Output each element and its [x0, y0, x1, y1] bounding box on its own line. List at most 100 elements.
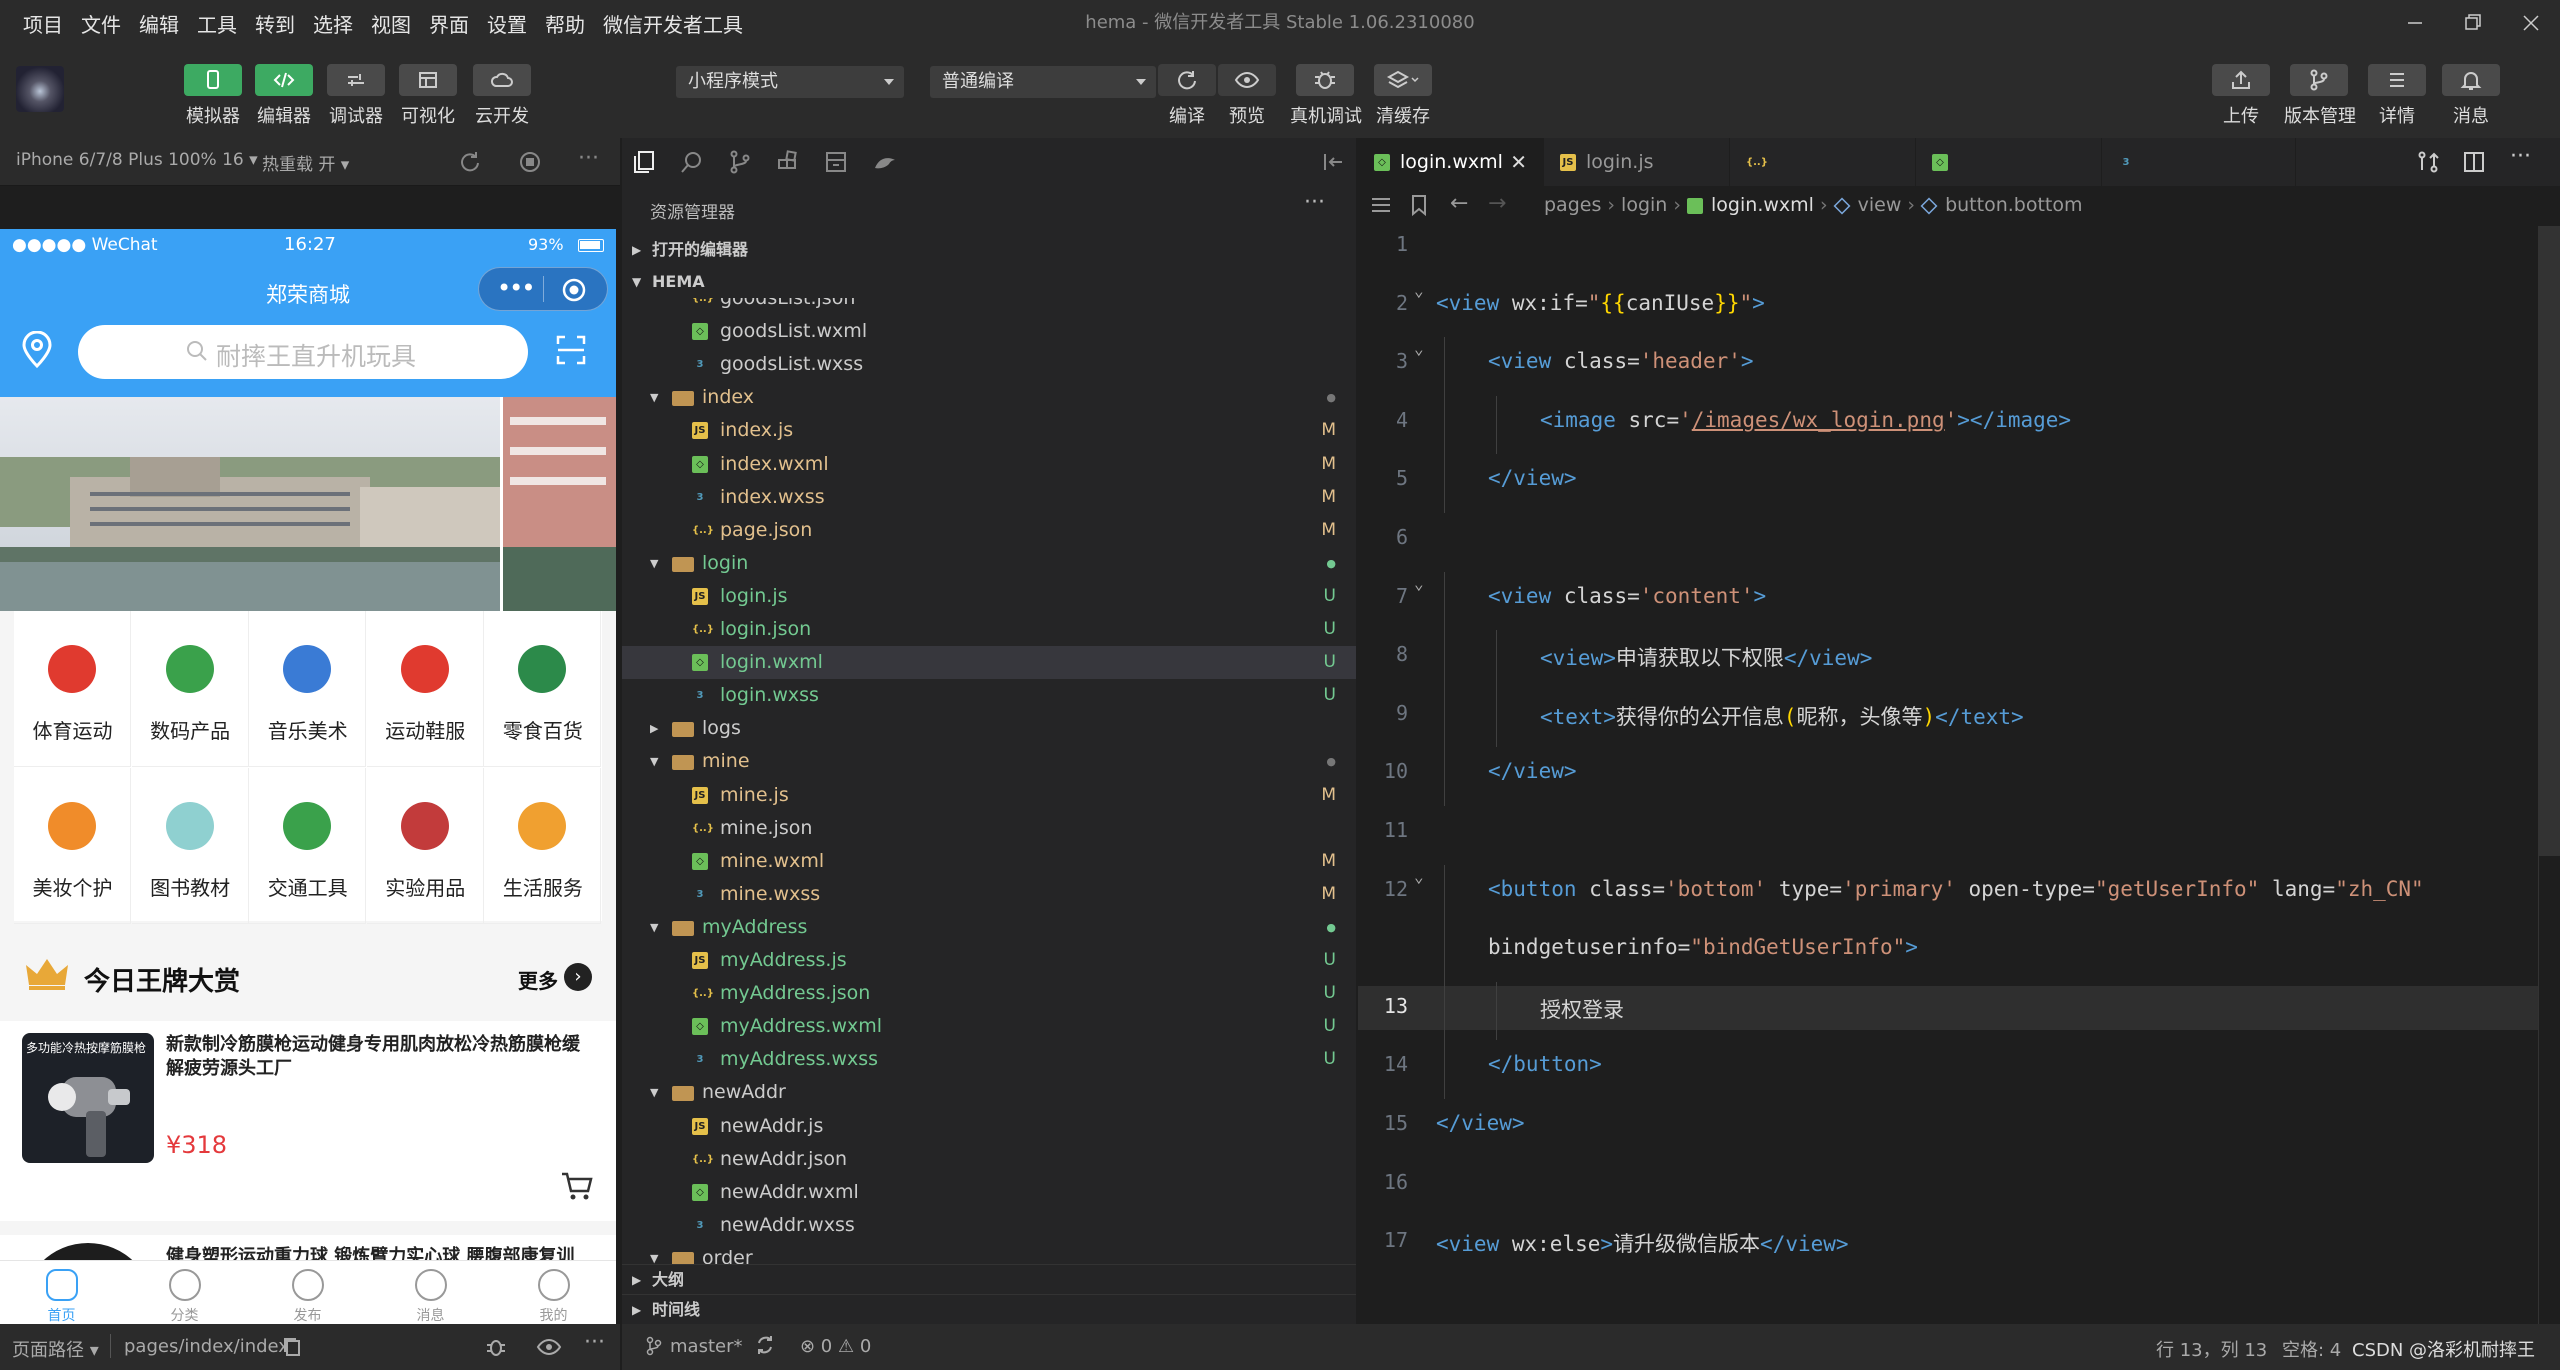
chevron-icon[interactable]: ▼: [650, 1242, 658, 1264]
editor-toggle-button[interactable]: 编辑器: [249, 64, 319, 128]
tab-bar-item[interactable]: 首页: [0, 1261, 123, 1324]
chevron-icon[interactable]: ▼: [650, 547, 658, 580]
menu-item[interactable]: 工具: [188, 9, 246, 38]
chevron-icon[interactable]: ▼: [650, 1076, 658, 1109]
code-line[interactable]: bindgetuserinfo="bindGetUserInfo">: [1488, 935, 1918, 959]
file-item[interactable]: ◇ login.wxml U: [622, 646, 1356, 680]
file-item[interactable]: ◇ goodsList.wxml: [622, 315, 1356, 348]
git-branch[interactable]: master*: [670, 1336, 742, 1357]
refresh-icon[interactable]: [458, 150, 482, 178]
explorer-icon[interactable]: [632, 150, 656, 178]
file-item[interactable]: 3 myAddress.wxss U: [622, 1043, 1356, 1076]
details-button[interactable]: 详情: [2362, 64, 2432, 128]
list-icon[interactable]: [1370, 195, 1392, 220]
close-button[interactable]: [2502, 0, 2560, 46]
file-item[interactable]: JS index.js M: [622, 414, 1356, 447]
code-line[interactable]: <image src='/images/wx_login.png'></imag…: [1540, 408, 2071, 432]
editor-tab[interactable]: ◇ login.wxml ✕: [1358, 138, 1544, 186]
chevron-icon[interactable]: ▶: [650, 712, 658, 745]
file-item[interactable]: {..} goodsList.json: [622, 298, 1356, 315]
capsule-menu[interactable]: •••: [478, 267, 608, 311]
code-line[interactable]: <view wx:if="{{canIUse}}">: [1436, 291, 1765, 315]
visual-toggle-button[interactable]: 可视化: [393, 64, 463, 128]
code-line[interactable]: <view wx:else>请升级微信版本</view>: [1436, 1228, 1849, 1258]
menu-item[interactable]: 界面: [420, 9, 478, 38]
compare-icon[interactable]: [2416, 150, 2440, 178]
more-icon[interactable]: ···: [578, 146, 599, 171]
folder-item[interactable]: ▼ myAddress ●: [622, 911, 1356, 944]
category-item[interactable]: 音乐美术: [249, 611, 367, 767]
back-icon[interactable]: ←: [1450, 191, 1468, 216]
product-card[interactable]: 多功能冷热按摩筋膜枪 新款制冷筋膜枪运动健身专用肌肉放松冷热筋膜枪缓解疲劳源头工…: [0, 1021, 616, 1221]
code-line[interactable]: </button>: [1488, 1052, 1602, 1076]
code-line[interactable]: <view class='content'>: [1488, 584, 1766, 608]
debug-icon[interactable]: [484, 1336, 508, 1362]
messages-button[interactable]: 消息: [2436, 64, 2506, 128]
code-line[interactable]: <view>申请获取以下权限</view>: [1540, 642, 1872, 672]
folder-item[interactable]: ▼ index ●: [622, 381, 1356, 414]
category-item[interactable]: 美妆个护: [14, 768, 131, 924]
eye-icon[interactable]: [536, 1336, 562, 1362]
fold-icon[interactable]: ⌄: [1414, 867, 1424, 886]
folder-item[interactable]: ▼ login ●: [622, 547, 1356, 580]
folder-item[interactable]: ▶ logs: [622, 712, 1356, 745]
problems-counter[interactable]: ⊗ 0 ⚠ 0: [800, 1336, 871, 1357]
file-item[interactable]: {..} newAddr.json: [622, 1143, 1356, 1176]
menu-item[interactable]: 编辑: [130, 9, 188, 38]
code-line[interactable]: <text>获得你的公开信息(昵称，头像等)</text>: [1540, 701, 2024, 731]
tab-bar-item[interactable]: 发布: [246, 1261, 369, 1324]
folder-item[interactable]: ▼ order: [622, 1242, 1356, 1264]
category-item[interactable]: 零食百货: [484, 611, 602, 767]
file-item[interactable]: {..} myAddress.json U: [622, 977, 1356, 1010]
remote-debug-button[interactable]: 真机调试: [1290, 64, 1362, 128]
editor-tab[interactable]: JS login.js: [1544, 138, 1730, 186]
file-item[interactable]: 3 index.wxss M: [622, 481, 1356, 514]
file-item[interactable]: JS login.js U: [622, 580, 1356, 613]
file-item[interactable]: 3 login.wxss U: [622, 679, 1356, 712]
folder-item[interactable]: ▼ mine ●: [622, 745, 1356, 778]
menu-item[interactable]: 设置: [478, 9, 536, 38]
timeline-section[interactable]: ▶ 时间线: [622, 1294, 1356, 1324]
page-path-select[interactable]: 页面路径 ▾: [12, 1336, 99, 1362]
code-line[interactable]: <button class='bottom' type='primary' op…: [1488, 877, 2424, 901]
menu-item[interactable]: 文件: [72, 9, 130, 38]
file-item[interactable]: {..} mine.json: [622, 812, 1356, 845]
upload-button[interactable]: 上传: [2206, 64, 2276, 128]
minimize-button[interactable]: [2386, 0, 2444, 46]
maximize-button[interactable]: [2444, 0, 2502, 46]
more-icon[interactable]: ···: [2510, 144, 2531, 169]
menu-item[interactable]: 帮助: [536, 9, 594, 38]
code-line[interactable]: 授权登录: [1540, 994, 1624, 1024]
category-item[interactable]: 图书教材: [131, 768, 249, 924]
simulator-toggle-button[interactable]: 模拟器: [178, 64, 248, 128]
file-item[interactable]: 3 goodsList.wxss: [622, 348, 1356, 381]
file-item[interactable]: ◇ index.wxml M: [622, 448, 1356, 481]
outline-section[interactable]: ▶ 大纲: [622, 1264, 1356, 1294]
hot-reload-toggle[interactable]: 热重载 开 ▾: [262, 150, 349, 175]
source-control-icon[interactable]: [728, 150, 752, 178]
fold-icon[interactable]: ⌄: [1414, 574, 1424, 593]
capsule-more-icon[interactable]: •••: [497, 274, 535, 302]
file-item[interactable]: JS mine.js M: [622, 779, 1356, 812]
code-line[interactable]: </view>: [1436, 1111, 1525, 1135]
storage-icon[interactable]: [824, 150, 848, 178]
menu-item[interactable]: 视图: [362, 9, 420, 38]
cart-icon[interactable]: [560, 1171, 594, 1205]
more-icon[interactable]: ···: [584, 1330, 605, 1355]
preview-button[interactable]: 预览: [1212, 64, 1282, 128]
forward-icon[interactable]: →: [1488, 191, 1506, 216]
folder-item[interactable]: ▼ newAddr: [622, 1076, 1356, 1109]
project-section[interactable]: ▼ HEMA: [622, 266, 1356, 298]
more-icon[interactable]: ···: [1304, 190, 1325, 215]
version-control-button[interactable]: 版本管理: [2284, 64, 2356, 128]
banner-image[interactable]: [0, 397, 616, 611]
file-item[interactable]: 3 mine.wxss M: [622, 878, 1356, 911]
scan-icon[interactable]: [556, 335, 586, 369]
capsule-close-icon[interactable]: [561, 277, 587, 307]
split-editor-icon[interactable]: [2462, 150, 2486, 178]
collapse-panel-icon[interactable]: [1322, 150, 1346, 178]
category-item[interactable]: 生活服务: [484, 768, 602, 924]
arrow-right-icon[interactable]: ›: [564, 963, 592, 991]
search-icon[interactable]: [680, 150, 704, 178]
fold-icon[interactable]: ⌄: [1414, 281, 1424, 300]
